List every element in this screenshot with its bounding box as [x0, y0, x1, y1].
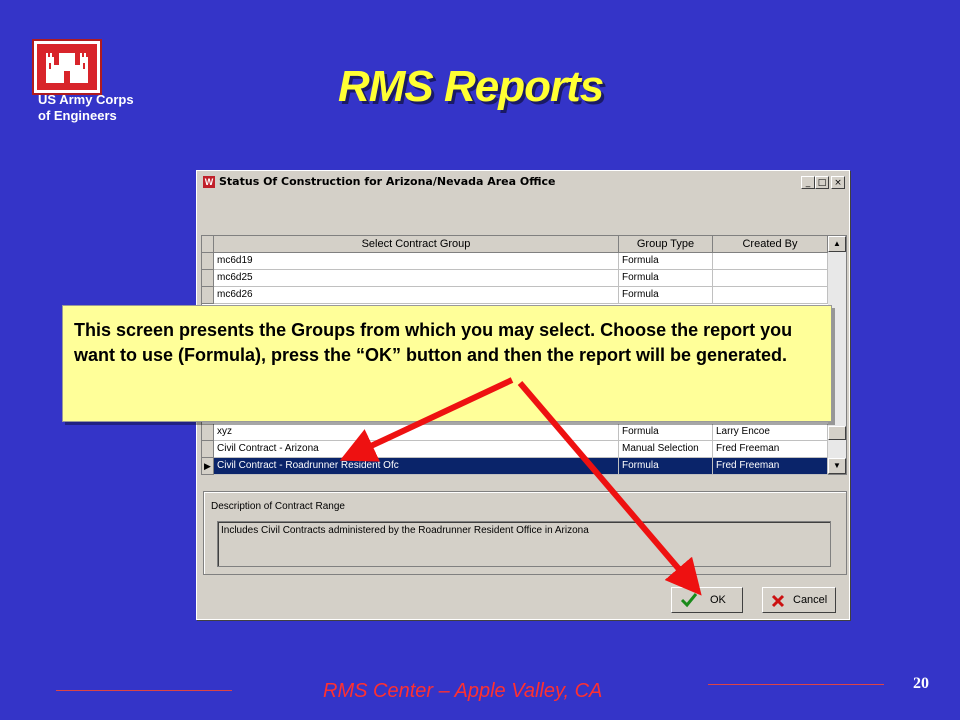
annotation-arrows: [339, 377, 702, 596]
arrow-to-row: [339, 377, 514, 462]
footer-divider-right: [708, 684, 884, 685]
arrow-to-ok: [517, 381, 702, 596]
footer-divider-left: [56, 690, 232, 691]
footer-text: RMS Center – Apple Valley, CA: [323, 680, 603, 702]
page-number: 20: [913, 675, 929, 692]
